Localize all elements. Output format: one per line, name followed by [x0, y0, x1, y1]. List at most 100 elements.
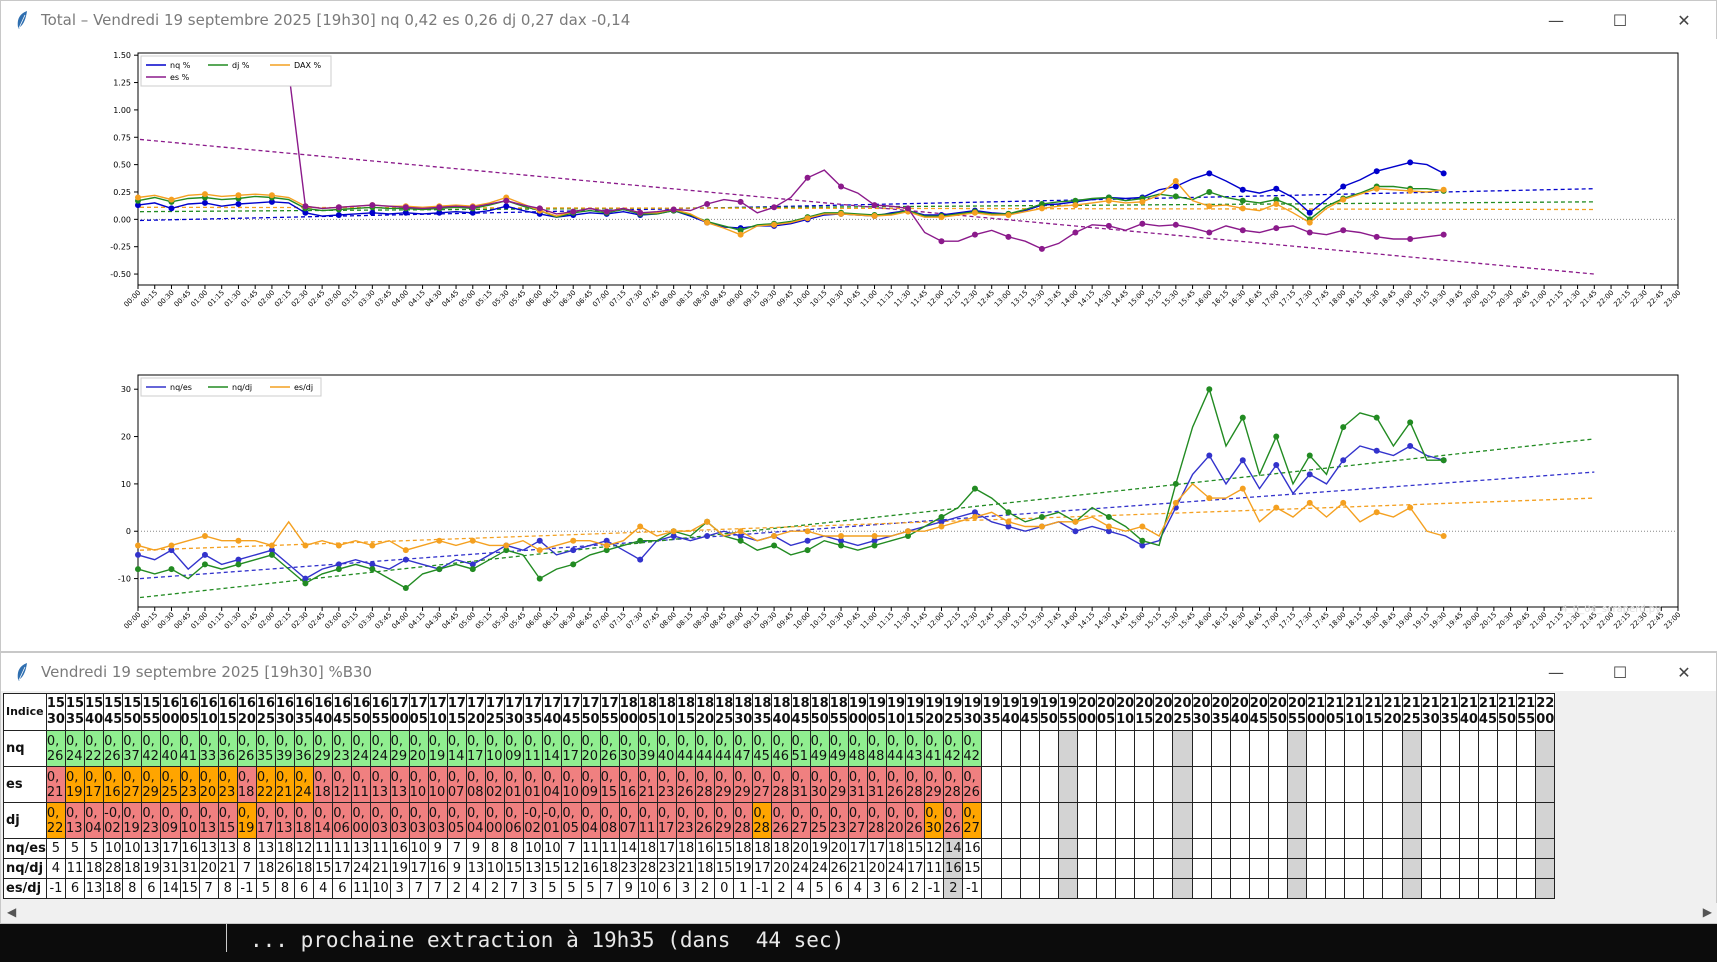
data-point — [1407, 419, 1414, 426]
data-point — [1206, 452, 1213, 459]
data-point — [1072, 518, 1079, 525]
table-cell — [1153, 838, 1174, 859]
x-tick-label: 23:00 — [1662, 611, 1682, 631]
table-cell — [1458, 766, 1479, 803]
time-header: 18 05 — [637, 693, 658, 731]
data-point — [771, 542, 778, 549]
watermark: 4_0_04_scraperd.py — [1561, 604, 1661, 615]
table-cell — [1210, 838, 1231, 859]
table-cell — [1076, 766, 1098, 803]
x-tick-label: 19:45 — [1445, 611, 1465, 631]
time-header: 15 35 — [64, 693, 86, 731]
table-cell: 0, 49 — [828, 730, 849, 767]
table-cell: 5 — [809, 878, 830, 899]
time-header: 19 45 — [1019, 693, 1040, 731]
horizontal-scrollbar[interactable]: ◀ ▶ — [1, 903, 1717, 923]
data-point — [1407, 443, 1414, 450]
table-cell: 0, 19 — [122, 802, 143, 839]
table-cell: 0, 04 — [542, 766, 563, 803]
minimize-button[interactable]: — — [1524, 1, 1588, 39]
table-cell: 16 — [695, 838, 716, 859]
table-cell: 0, 36 — [294, 730, 315, 767]
table-cell: 4 — [313, 878, 334, 899]
table-cell — [1248, 802, 1269, 839]
table-cell: 0, 29 — [389, 730, 410, 767]
x-tick-label: 21:30 — [1562, 289, 1582, 309]
table-cell: 17 — [408, 858, 429, 879]
x-tick-label: 12:00 — [926, 611, 946, 631]
x-tick-label: 06:45 — [574, 611, 594, 631]
data-point — [1172, 480, 1179, 487]
data-point — [436, 537, 443, 544]
table-row-nq-dj: nq/dj 4 11 18 28 18 19 31 31 20 21 7 18 26 18 15 17 24 21 1… — [3, 858, 1556, 879]
table-cell: 7 — [198, 878, 219, 899]
legend-label: DAX % — [294, 61, 322, 70]
data-point — [235, 537, 242, 544]
x-tick-label: 21:00 — [1529, 289, 1549, 309]
table-cell — [1325, 838, 1346, 859]
table-cell: 0, 26 — [236, 730, 257, 767]
time-header: 17 10 — [427, 693, 448, 731]
data-point — [1038, 245, 1045, 252]
minimize-button[interactable]: — — [1524, 653, 1588, 691]
x-tick-label: 12:00 — [926, 289, 946, 309]
data-point — [503, 197, 510, 204]
data-point — [704, 532, 711, 539]
scroll-right-icon[interactable]: ▶ — [1703, 905, 1712, 919]
table-cell — [1191, 730, 1212, 767]
table-cell — [1134, 858, 1155, 879]
time-header: 18 50 — [809, 693, 830, 731]
table-cell: 0, 46 — [771, 730, 792, 767]
table-cell: 0, 31 — [866, 766, 888, 803]
table-cell: 0, 26 — [962, 766, 983, 803]
table-cell: -1 — [962, 878, 983, 899]
data-point — [536, 575, 543, 582]
data-point — [737, 528, 744, 535]
table-cell: 0, 33 — [198, 730, 219, 767]
x-tick-label: 16:30 — [1227, 611, 1247, 631]
table-cell — [1382, 730, 1403, 767]
x-tick-label: 10:45 — [842, 289, 862, 309]
close-button[interactable]: ✕ — [1652, 1, 1716, 39]
table-cell: 0, 23 — [332, 730, 353, 767]
table-cell — [1076, 858, 1098, 879]
close-button[interactable]: ✕ — [1652, 653, 1716, 691]
data-point — [1239, 414, 1246, 421]
table-cell: 4 — [847, 878, 868, 899]
table-cell: 10 — [542, 838, 563, 859]
table-cell: 17 — [866, 838, 888, 859]
table-cell: 0, 29 — [924, 766, 945, 803]
table-cell: 0, 29 — [141, 766, 162, 803]
table-window-titlebar[interactable]: Vendredi 19 septembre 2025 [19h30] %B30 … — [1, 653, 1716, 691]
table-row-dj: dj 0, 22 0, 13 0, 04 -0, 02 0, 19 0, 23 0, 09 0, 10 0, 13 0… — [3, 802, 1556, 839]
table-cell: 0, 05 — [446, 802, 467, 839]
table-cell: 0, 48 — [866, 730, 888, 767]
x-tick-label: 18:45 — [1378, 289, 1398, 309]
table-cell — [1363, 730, 1384, 767]
data-point — [1440, 170, 1447, 177]
x-tick-label: 04:00 — [390, 289, 410, 309]
table-cell: 0, 16 — [618, 766, 639, 803]
table-cell — [1458, 730, 1479, 767]
table-cell: 0, 44 — [695, 730, 716, 767]
x-tick-label: 08:15 — [675, 289, 695, 309]
data-point — [1005, 509, 1012, 516]
data-point — [1105, 222, 1112, 229]
scroll-left-icon[interactable]: ◀ — [7, 905, 16, 919]
charts-canvas: 1.50 1.25 1.00 0.75 0.50 0.25 0.00 -0.25 -0.50 00… — [1, 39, 1717, 651]
table-cell: 14 — [160, 878, 181, 899]
x-tick-label: 03:00 — [323, 289, 343, 309]
table-cell — [1153, 766, 1174, 803]
time-header: 18 40 — [771, 693, 792, 731]
x-tick-label: 05:45 — [507, 611, 527, 631]
maximize-button[interactable]: ☐ — [1588, 653, 1652, 691]
chart-window-titlebar[interactable]: Total – Vendredi 19 septembre 2025 [19h3… — [1, 1, 1716, 39]
x-tick-label: 08:30 — [692, 611, 712, 631]
data-point — [1273, 433, 1280, 440]
table-cell: 11 — [370, 838, 391, 859]
x-tick-label: 13:30 — [1026, 611, 1046, 631]
data-point — [335, 542, 342, 549]
row-label: es/dj — [3, 878, 47, 899]
legend-label: nq % — [170, 61, 191, 70]
maximize-button[interactable]: ☐ — [1588, 1, 1652, 39]
